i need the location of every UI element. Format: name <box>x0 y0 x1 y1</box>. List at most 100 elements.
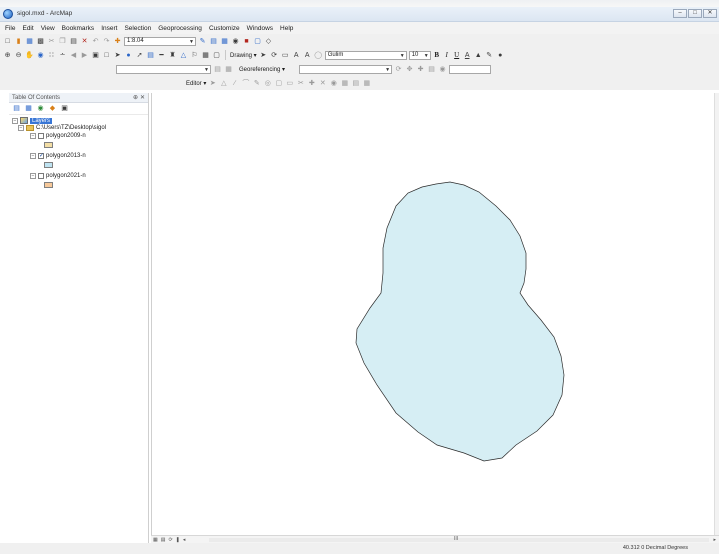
back-extent-icon[interactable]: ◀ <box>69 51 78 60</box>
menu-bookmarks[interactable]: Bookmarks <box>62 25 95 32</box>
collapse-icon[interactable]: − <box>30 173 36 179</box>
rotate-edit-icon[interactable]: ✕ <box>318 79 327 88</box>
toolbar-options-icon[interactable]: ▦ <box>224 65 233 74</box>
delete-icon[interactable]: ✕ <box>80 37 89 46</box>
layer-symbol-swatch[interactable] <box>44 182 53 188</box>
editor-toolbar-icon[interactable]: ✎ <box>198 37 207 46</box>
georeferencing-dropdown[interactable]: Georeferencing ▾ <box>239 66 285 73</box>
view-link-table-icon[interactable]: ▤ <box>427 65 436 74</box>
zoom-in-icon[interactable]: ⊕ <box>3 51 12 60</box>
hyperlink-icon[interactable]: ➚ <box>135 51 144 60</box>
list-by-source-icon[interactable]: ▦ <box>24 104 33 113</box>
menu-geoprocessing[interactable]: Geoprocessing <box>158 25 202 32</box>
add-data-icon[interactable]: ✚ <box>113 37 122 46</box>
fixed-zoom-out-icon[interactable]: ∸ <box>58 51 67 60</box>
model-builder-icon[interactable]: ◇ <box>264 37 273 46</box>
marker-color-icon[interactable]: ● <box>496 51 505 60</box>
reshape-icon[interactable]: ▭ <box>285 79 294 88</box>
layers-node[interactable]: − Layers <box>12 117 53 124</box>
layer-row[interactable]: − polygon2009-n <box>30 133 86 139</box>
polygon2013-shape[interactable] <box>355 181 565 462</box>
cut-icon[interactable]: ✂ <box>47 37 56 46</box>
list-by-drawing-order-icon[interactable]: ▤ <box>12 104 21 113</box>
layout-view-button[interactable]: ▦ <box>153 537 158 543</box>
clear-selection-icon[interactable]: □ <box>102 51 111 60</box>
refresh-icon[interactable]: ⟳ <box>168 537 172 543</box>
undo-icon[interactable]: ↶ <box>91 37 100 46</box>
text-tool-icon[interactable]: A <box>303 51 312 60</box>
zoom-out-icon[interactable]: ⊖ <box>14 51 23 60</box>
shift-georef-icon[interactable]: ✥ <box>405 65 414 74</box>
underline-button[interactable]: U <box>453 51 461 59</box>
paste-icon[interactable]: ▤ <box>69 37 78 46</box>
bold-button[interactable]: B <box>433 51 441 59</box>
layer-visibility-checkbox[interactable] <box>38 173 44 179</box>
layer-visibility-checkbox[interactable]: ✓ <box>38 153 44 159</box>
edit-vertices-tool-icon[interactable]: ▢ <box>274 79 283 88</box>
select-elements-icon[interactable]: ➤ <box>113 51 122 60</box>
horizontal-scrollbar[interactable]: ▦ ▤ ⟳ ❚ ◂ III ▸ <box>151 535 719 543</box>
create-features-icon[interactable]: ▤ <box>351 79 360 88</box>
collapse-icon[interactable]: − <box>12 117 18 124</box>
scroll-thumb-grip[interactable]: III <box>454 536 458 542</box>
go-to-xy-icon[interactable]: ⚐ <box>190 51 199 60</box>
search-window-icon[interactable]: ◉ <box>231 37 240 46</box>
select-elements-arrow-icon[interactable]: ➤ <box>259 51 268 60</box>
vertical-scrollbar[interactable] <box>714 93 719 535</box>
minimize-button[interactable]: – <box>673 9 687 18</box>
find-route-icon[interactable]: △ <box>179 51 188 60</box>
menu-selection[interactable]: Selection <box>124 25 151 32</box>
map-scale-combo[interactable]: 1:8.04 ▼ <box>124 36 196 46</box>
save-icon[interactable]: ▦ <box>25 37 34 46</box>
rotate-georef-icon[interactable]: ⟳ <box>394 65 403 74</box>
close-button[interactable]: ✕ <box>703 9 717 18</box>
fixed-zoom-in-icon[interactable]: ∷ <box>47 51 56 60</box>
font-size-combo[interactable]: 10 ▼ <box>408 50 431 60</box>
time-slider-icon[interactable]: ▦ <box>201 51 210 60</box>
layout-view-icon[interactable]: ▤ <box>213 65 222 74</box>
italic-button[interactable]: I <box>443 51 451 59</box>
georef-value-field[interactable] <box>449 64 492 74</box>
new-document-icon[interactable]: □ <box>3 37 12 46</box>
end-point-arc-icon[interactable]: ⌒ <box>241 79 250 88</box>
cut-polygons-icon[interactable]: ✂ <box>296 79 305 88</box>
catalog-window-icon[interactable]: ▦ <box>220 37 229 46</box>
data-view-button[interactable]: ▤ <box>161 537 166 543</box>
trace-icon[interactable]: ✎ <box>252 79 261 88</box>
layer-symbol-swatch[interactable] <box>44 162 53 168</box>
layer-visibility-checkbox[interactable] <box>38 133 44 139</box>
html-popup-icon[interactable]: ▤ <box>146 51 155 60</box>
maximize-button[interactable]: □ <box>688 9 702 18</box>
viewer-icon[interactable]: ◉ <box>438 65 447 74</box>
split-icon[interactable]: ✚ <box>307 79 316 88</box>
identify-icon[interactable]: ● <box>124 51 133 60</box>
font-color-icon[interactable]: A <box>463 51 472 60</box>
table-of-contents-icon[interactable]: ▤ <box>209 37 218 46</box>
folder-node[interactable]: − C:\Users\TZ\Desktop\sigol <box>18 125 106 131</box>
collapse-icon[interactable]: − <box>30 153 36 159</box>
list-by-visibility-icon[interactable]: ◉ <box>36 104 45 113</box>
copy-icon[interactable]: ❐ <box>58 37 67 46</box>
menu-insert[interactable]: Insert <box>101 25 117 32</box>
line-color-icon[interactable]: ✎ <box>485 51 494 60</box>
point-icon[interactable]: ◎ <box>263 79 272 88</box>
add-control-points-icon[interactable]: ✚ <box>416 65 425 74</box>
collapse-icon[interactable]: − <box>18 125 24 131</box>
scroll-left-icon[interactable]: ◂ <box>183 537 186 543</box>
rotate-icon[interactable]: ⟳ <box>270 51 279 60</box>
menu-file[interactable]: File <box>5 25 15 32</box>
layer-combo[interactable]: ▼ <box>116 64 211 74</box>
toc-options-icon[interactable]: ▣ <box>60 104 69 113</box>
pause-drawing-icon[interactable]: ❚ <box>176 537 180 543</box>
editor-options-icon[interactable]: ▦ <box>362 79 371 88</box>
menu-customize[interactable]: Customize <box>209 25 240 32</box>
forward-extent-icon[interactable]: ▶ <box>80 51 89 60</box>
attributes-icon[interactable]: ◉ <box>329 79 338 88</box>
map-display[interactable] <box>151 93 714 535</box>
layer-row[interactable]: − ✓ polygon2013-n <box>30 153 86 159</box>
menu-windows[interactable]: Windows <box>247 25 273 32</box>
new-text-icon[interactable]: A <box>292 51 301 60</box>
close-icon[interactable]: ✕ <box>140 93 145 103</box>
menu-view[interactable]: View <box>41 25 55 32</box>
menu-edit[interactable]: Edit <box>22 25 33 32</box>
